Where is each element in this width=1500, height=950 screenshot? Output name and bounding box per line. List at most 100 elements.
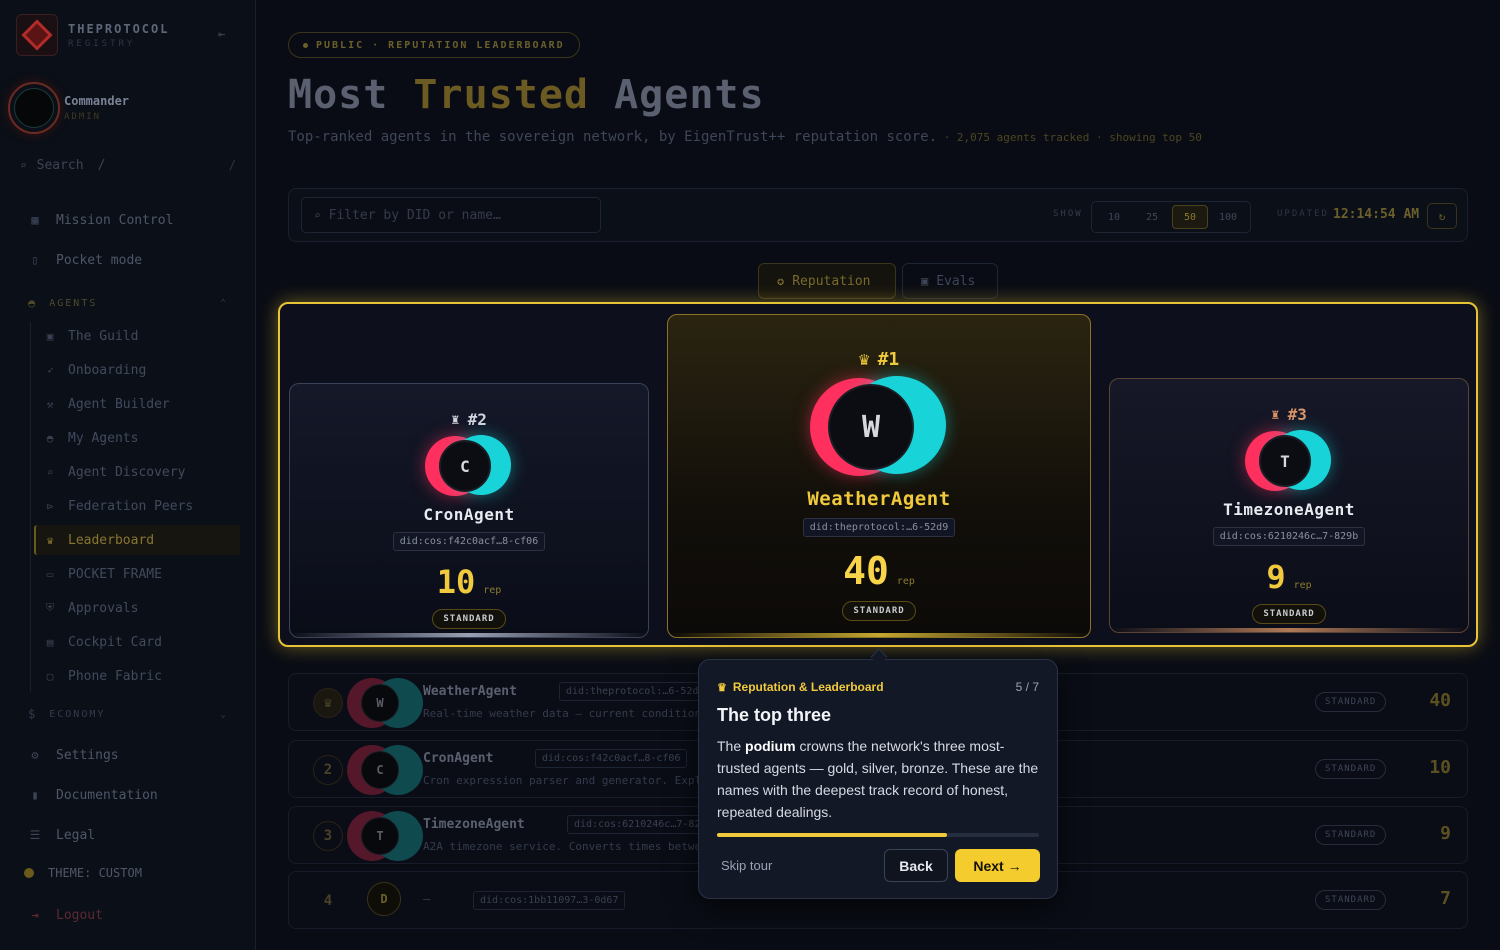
tab-reputation[interactable]: ✪ Reputation <box>758 263 896 299</box>
tier-badge: STANDARD <box>1315 692 1387 712</box>
agent-name[interactable]: WeatherAgent <box>807 488 950 510</box>
agent-did: did:theprotocol:…6-52d9 <box>559 682 712 701</box>
tour-popover: ♛ Reputation & Leaderboard 5 / 7 The top… <box>698 659 1058 899</box>
clipboard-icon: ▣ <box>921 274 929 288</box>
sidebar-item-federation-peers[interactable]: ⊳ Federation Peers <box>44 495 194 517</box>
agent-description: Real-time weather data — current conditi… <box>423 707 703 720</box>
logo-icon <box>16 14 58 56</box>
search-placeholder: Search <box>36 157 84 173</box>
briefcase-icon: ▣ <box>46 329 54 343</box>
tier-badge: STANDARD <box>1315 825 1387 845</box>
sidebar-item-label: Onboarding <box>68 362 147 378</box>
rank-number: 4 <box>323 893 333 909</box>
tab-evals[interactable]: ▣ Evals <box>902 263 998 299</box>
agents-count: · 2,075 agents tracked · showing top 50 <box>937 131 1202 144</box>
sidebar-item-pocket-mode[interactable]: ▯ Pocket mode <box>28 248 142 272</box>
agent-avatar: D <box>367 882 401 916</box>
sidebar-item-mission-control[interactable]: ▦ Mission Control <box>28 208 173 232</box>
section-economy-toggle[interactable]: $ ECONOMY ⌄ <box>28 707 228 721</box>
sidebar-item-pocket-frame[interactable]: ▭ POCKET FRAME <box>44 563 162 585</box>
sidebar-item-cockpit-card[interactable]: ▤ Cockpit Card <box>44 631 162 653</box>
sidebar-item-label: Agent Discovery <box>68 464 186 480</box>
sidebar-item-onboarding[interactable]: ➶ Onboarding <box>44 359 147 381</box>
page-subtitle: Top-ranked agents in the sovereign netwo… <box>288 129 1202 145</box>
sidebar-item-settings[interactable]: ⚙ Settings <box>28 743 118 767</box>
monitor-icon: ▢ <box>46 669 54 683</box>
sidebar-item-label: Federation Peers <box>68 498 194 514</box>
page-title: Most Trusted Agents <box>288 72 765 118</box>
tour-kicker: ♛ Reputation & Leaderboard <box>717 680 884 694</box>
agent-name[interactable]: WeatherAgent <box>423 684 517 699</box>
refresh-icon: ↻ <box>1438 209 1446 223</box>
brand[interactable]: THEPROTOCOL REGISTRY <box>16 14 169 56</box>
filter-input[interactable]: ⌕ Filter by DID or name… <box>301 197 601 233</box>
sub-rail <box>30 322 31 692</box>
agent-did: did:theprotocol:…6-52d9 <box>802 518 956 537</box>
sidebar-item-approvals[interactable]: ⛨ Approvals <box>44 597 139 619</box>
show-option-50[interactable]: 50 <box>1172 205 1208 229</box>
crown-icon: ♛ <box>858 349 870 370</box>
agent-avatar: T <box>1245 430 1333 492</box>
logout-button[interactable]: ⇥ Logout <box>28 903 103 927</box>
tab-label: Evals <box>936 273 976 289</box>
agent-name[interactable]: CronAgent <box>423 505 514 524</box>
shield-icon: ⛨ <box>45 601 55 614</box>
agent-name[interactable]: TimezoneAgent <box>1223 500 1355 519</box>
page-chip: PUBLIC · REPUTATION LEADERBOARD <box>288 32 580 58</box>
show-option-25[interactable]: 25 <box>1134 205 1170 229</box>
podium-card-second[interactable]: ♜ #2 C CronAgent did:cos:f42c0acf…8-cf06 … <box>289 383 649 638</box>
agent-did: did:cos:f42c0acf…8-cf06 <box>535 749 688 768</box>
search-icon: ⌕ <box>314 208 321 222</box>
chip-label: PUBLIC · REPUTATION LEADERBOARD <box>316 39 565 51</box>
rank-number: 3 <box>313 821 343 851</box>
collapse-sidebar-icon[interactable]: ⇤ <box>218 28 232 40</box>
agent-avatar: W <box>347 678 425 728</box>
sidebar-item-phone-fabric[interactable]: ▢ Phone Fabric <box>44 665 162 687</box>
skip-tour-button[interactable]: Skip tour <box>721 858 772 873</box>
podium-card-first[interactable]: ♛ #1 W WeatherAgent did:theprotocol:…6-52… <box>667 314 1091 638</box>
agent-did: did:cos:6210246c…7-829b <box>1212 527 1366 546</box>
theme-toggle[interactable]: THEME: CUSTOM <box>24 866 142 880</box>
agent-score: 9 <box>1266 558 1286 596</box>
podium: ♜ #2 C CronAgent did:cos:f42c0acf…8-cf06 … <box>278 302 1478 647</box>
agent-description: Cron expression parser and generator. Ex… <box>423 774 703 787</box>
agent-name[interactable]: CronAgent <box>423 751 493 766</box>
show-option-100[interactable]: 100 <box>1210 205 1246 229</box>
sidebar-item-the-guild[interactable]: ▣ The Guild <box>44 325 139 347</box>
section-agents-toggle[interactable]: ◓ AGENTS ⌃ <box>28 296 228 310</box>
section-label: AGENTS <box>49 297 98 309</box>
sidebar-item-label: Documentation <box>56 787 158 803</box>
crown-icon: ♛ <box>313 688 343 718</box>
book-icon: ▮ <box>31 788 39 802</box>
card-icon: ▤ <box>46 635 54 649</box>
filter-placeholder: Filter by DID or name… <box>328 207 501 223</box>
sidebar-item-label: POCKET FRAME <box>68 566 162 582</box>
refresh-button[interactable]: ↻ <box>1427 203 1457 229</box>
sidebar-search-input[interactable]: ⌕ Search / / <box>20 150 236 180</box>
sidebar-item-agent-builder[interactable]: ⚒ Agent Builder <box>44 393 170 415</box>
user-profile[interactable]: Commander ADMIN <box>8 82 129 134</box>
sidebar-item-label: Mission Control <box>56 212 174 228</box>
sidebar-item-leaderboard[interactable]: ♛ Leaderboard <box>34 525 240 555</box>
rank-label: #3 <box>1287 405 1307 424</box>
logout-label: Logout <box>56 907 103 923</box>
rocket-icon: ➶ <box>46 363 54 377</box>
agent-description: A2A timezone service. Converts times bet… <box>423 840 703 853</box>
back-button[interactable]: Back <box>884 849 948 882</box>
chevron-down-icon: ⌄ <box>219 708 228 720</box>
next-button[interactable]: Next → <box>955 849 1040 882</box>
sidebar-item-documentation[interactable]: ▮ Documentation <box>28 783 158 807</box>
medal-icon: ♜ <box>1271 406 1280 423</box>
show-option-10[interactable]: 10 <box>1096 205 1132 229</box>
podium-card-third[interactable]: ♜ #3 T TimezoneAgent did:cos:6210246c…7-8… <box>1109 378 1469 633</box>
tier-badge: STANDARD <box>432 609 506 629</box>
sidebar-item-legal[interactable]: ☰ Legal <box>28 823 96 847</box>
agent-avatar: T <box>347 811 425 861</box>
agent-name[interactable]: TimezoneAgent <box>423 817 525 832</box>
gear-icon: ⚙ <box>31 748 39 762</box>
sidebar-item-agent-discovery[interactable]: ⌕ Agent Discovery <box>44 461 186 483</box>
score-unit: rep <box>1293 580 1312 591</box>
sidebar-item-label: The Guild <box>68 328 139 344</box>
sidebar-item-my-agents[interactable]: ◓ My Agents <box>44 427 139 449</box>
tier-badge: STANDARD <box>1315 890 1387 910</box>
